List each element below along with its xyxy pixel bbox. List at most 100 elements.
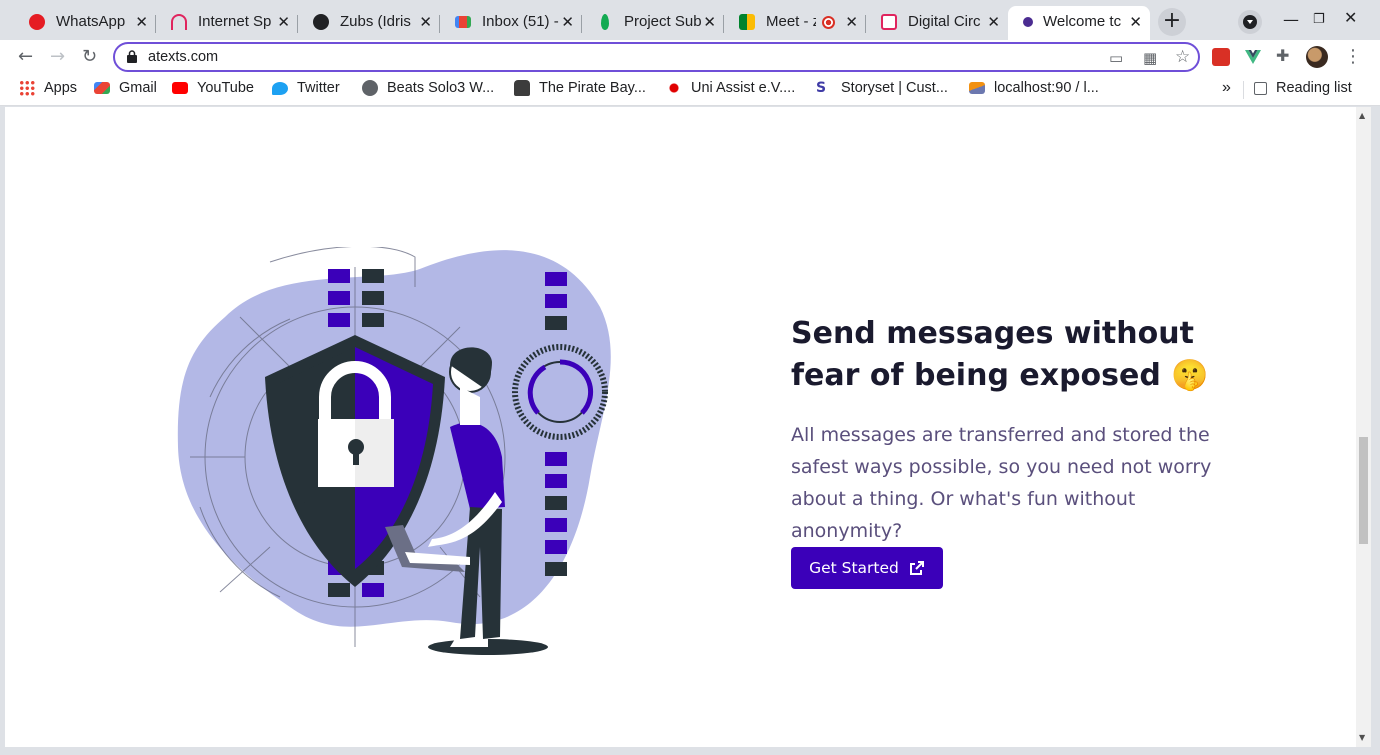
- close-icon[interactable]: ✕: [703, 13, 716, 31]
- tab-whatsapp[interactable]: WhatsApp ✕: [8, 6, 156, 40]
- tab-title: Project Sub: [624, 13, 702, 30]
- close-window-button[interactable]: ✕: [1344, 8, 1357, 27]
- bookmark-storyset[interactable]: S Storyset | Cust...: [816, 80, 948, 96]
- bookmark-label: YouTube: [197, 80, 254, 96]
- mongodb-icon: [601, 14, 609, 30]
- twitter-icon: [272, 81, 288, 95]
- close-icon[interactable]: ✕: [561, 13, 574, 31]
- bookmark-localhost[interactable]: localhost:90 / l...: [969, 80, 1099, 96]
- bookmark-youtube[interactable]: YouTube: [172, 80, 254, 96]
- cast-icon[interactable]: ▭: [1109, 49, 1123, 67]
- atexts-icon: [1023, 17, 1033, 27]
- page-viewport: Send messages without fear of being expo…: [5, 107, 1371, 747]
- hero-headline: Send messages without fear of being expo…: [791, 316, 1209, 393]
- forward-button[interactable]: →: [50, 46, 65, 67]
- tab-welcome-atexts[interactable]: Welcome tc ✕: [1008, 6, 1150, 40]
- chevron-double-right-icon: »: [1222, 79, 1231, 96]
- recording-icon: [822, 16, 835, 29]
- youtube-icon: [172, 82, 188, 94]
- tab-title: Inbox (51) -: [482, 13, 559, 30]
- bookmark-label: localhost:90 / l...: [994, 80, 1099, 96]
- tab-title: Meet - z: [766, 13, 816, 30]
- security-illustration: [177, 247, 611, 655]
- minimize-button[interactable]: —: [1283, 10, 1299, 29]
- cta-label: Get Started: [809, 559, 899, 577]
- vue-devtools-icon[interactable]: [1244, 48, 1262, 66]
- tab-title: Digital Circ: [908, 13, 981, 30]
- close-icon[interactable]: ✕: [845, 13, 858, 31]
- external-link-icon: [909, 561, 924, 575]
- bookmark-uni-assist[interactable]: Uni Assist e.V....: [666, 80, 795, 96]
- scrollbar-thumb[interactable]: [1359, 437, 1368, 544]
- bookmark-label: Uni Assist e.V....: [691, 80, 796, 96]
- close-icon[interactable]: ✕: [987, 13, 1000, 31]
- pirate-bay-icon: [514, 80, 530, 96]
- scroll-down-arrow[interactable]: ▼: [1359, 733, 1365, 742]
- close-icon[interactable]: ✕: [419, 13, 432, 31]
- meet-icon: [739, 14, 755, 30]
- bookmark-pirate-bay[interactable]: The Pirate Bay...: [514, 80, 646, 96]
- uni-assist-icon: [666, 80, 682, 96]
- tab-digital-circle[interactable]: Digital Circ ✕: [860, 6, 1008, 40]
- new-tab-button[interactable]: +: [1158, 8, 1186, 36]
- lock-icon: [127, 50, 137, 63]
- chevron-down-icon-glyph: [1247, 20, 1253, 24]
- tab-project-sub[interactable]: Project Sub ✕: [576, 6, 724, 40]
- back-button[interactable]: ←: [18, 46, 33, 67]
- get-started-button[interactable]: Get Started: [791, 547, 943, 589]
- tab-internet-speed[interactable]: Internet Sp ✕: [150, 6, 298, 40]
- kebab-menu-icon[interactable]: ⋮: [1344, 46, 1362, 67]
- close-icon[interactable]: ✕: [1129, 13, 1142, 31]
- page-scrollbar[interactable]: ▲ ▼: [1356, 107, 1371, 747]
- reading-list-label: Reading list: [1276, 80, 1352, 96]
- bookmark-twitter[interactable]: Twitter: [272, 80, 340, 96]
- window-bottom-border: [0, 747, 1380, 755]
- address-bar[interactable]: atexts.com ▭ ▦ ☆: [113, 42, 1200, 72]
- bookmark-star-icon[interactable]: ☆: [1175, 47, 1190, 67]
- close-icon[interactable]: ✕: [135, 13, 148, 31]
- reading-list-button[interactable]: Reading list: [1254, 80, 1352, 96]
- close-icon[interactable]: ✕: [277, 13, 290, 31]
- tab-meet[interactable]: Meet - z ✕: [718, 6, 866, 40]
- reading-list-icon: [1254, 81, 1267, 95]
- github-icon: [313, 14, 329, 30]
- tab-title: Internet Sp: [198, 13, 272, 30]
- gmail-icon: [94, 82, 110, 94]
- gmail-icon: [455, 16, 471, 28]
- bookmarks-overflow-button[interactable]: »: [1222, 79, 1231, 97]
- url-text[interactable]: atexts.com: [148, 49, 218, 65]
- tab-search-button[interactable]: [1238, 10, 1262, 34]
- storyset-icon: S: [816, 80, 827, 96]
- browser-window: WhatsApp ✕ Internet Sp ✕ Zubs (Idris ✕ I…: [0, 0, 1380, 755]
- speedtest-icon: [171, 14, 187, 30]
- profile-avatar[interactable]: [1306, 46, 1328, 68]
- bookmark-apps[interactable]: Apps: [19, 80, 77, 96]
- whatsapp-icon: [29, 14, 45, 30]
- bookmark-label: Storyset | Cust...: [841, 80, 948, 96]
- apps-grid-icon: [19, 80, 35, 96]
- bookmark-beats[interactable]: Beats Solo3 W...: [362, 80, 494, 96]
- bookmark-label: Apps: [44, 80, 78, 96]
- bookmark-gmail[interactable]: Gmail: [94, 80, 157, 96]
- phpmyadmin-icon: [969, 82, 985, 94]
- restore-button[interactable]: ❐: [1313, 12, 1325, 27]
- extensions-puzzle-icon[interactable]: ✚: [1276, 46, 1294, 65]
- bookmarks-divider: [1243, 81, 1244, 99]
- qr-code-icon[interactable]: ▦: [1143, 49, 1157, 67]
- tab-title: Welcome tc: [1043, 13, 1122, 30]
- browser-toolbar: ← → ↻ atexts.com ▭ ▦ ☆ ✚ ⋮: [0, 40, 1380, 75]
- tab-title: Zubs (Idris: [340, 13, 411, 30]
- bookmark-label: Beats Solo3 W...: [387, 80, 495, 96]
- tab-gmail-inbox[interactable]: Inbox (51) - ✕: [434, 6, 582, 40]
- scroll-up-arrow[interactable]: ▲: [1359, 111, 1365, 120]
- hero-description: All messages are transferred and stored …: [791, 424, 1212, 542]
- tab-github[interactable]: Zubs (Idris ✕: [292, 6, 440, 40]
- digital-circle-icon: [881, 14, 897, 30]
- bookmarks-bar: Apps Gmail YouTube Twitter Beats Solo3 W…: [0, 75, 1380, 106]
- extension-red-icon[interactable]: [1212, 48, 1230, 66]
- bookmark-label: Gmail: [119, 80, 157, 96]
- reload-button[interactable]: ↻: [82, 46, 97, 67]
- tab-title: WhatsApp: [56, 13, 126, 30]
- apple-icon: [362, 80, 378, 96]
- tab-strip: WhatsApp ✕ Internet Sp ✕ Zubs (Idris ✕ I…: [0, 0, 1380, 40]
